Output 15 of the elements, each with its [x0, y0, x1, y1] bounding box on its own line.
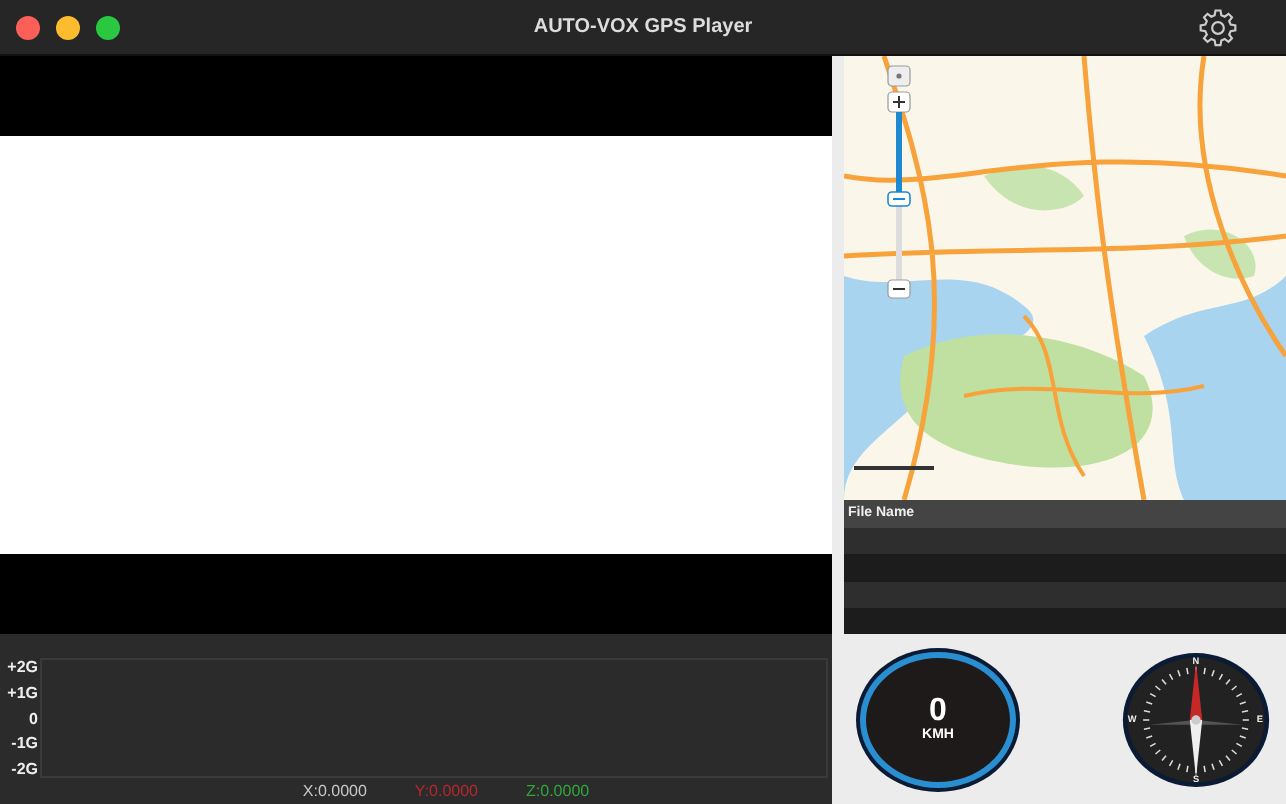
axis-reading: X:0.0000: [302, 782, 367, 800]
zoom-button[interactable]: [96, 15, 120, 39]
axis-label: -1G: [11, 734, 38, 753]
zoom-slider[interactable]: [886, 64, 914, 300]
axis-reading: Y:0.0000: [414, 782, 479, 800]
axis-label: +1G: [7, 683, 38, 702]
axis-label: 0: [29, 709, 38, 727]
speed-value: 0: [929, 696, 947, 728]
settings-icon[interactable]: [1198, 8, 1238, 48]
window-title: AUTO-VOX GPS Player: [533, 16, 753, 38]
minimize-button[interactable]: [56, 15, 80, 39]
close-button[interactable]: [16, 15, 40, 39]
axis-label: +2G: [7, 658, 38, 676]
axis-label: -2G: [11, 760, 38, 778]
axis-reading: Z:0.0000: [526, 782, 590, 800]
